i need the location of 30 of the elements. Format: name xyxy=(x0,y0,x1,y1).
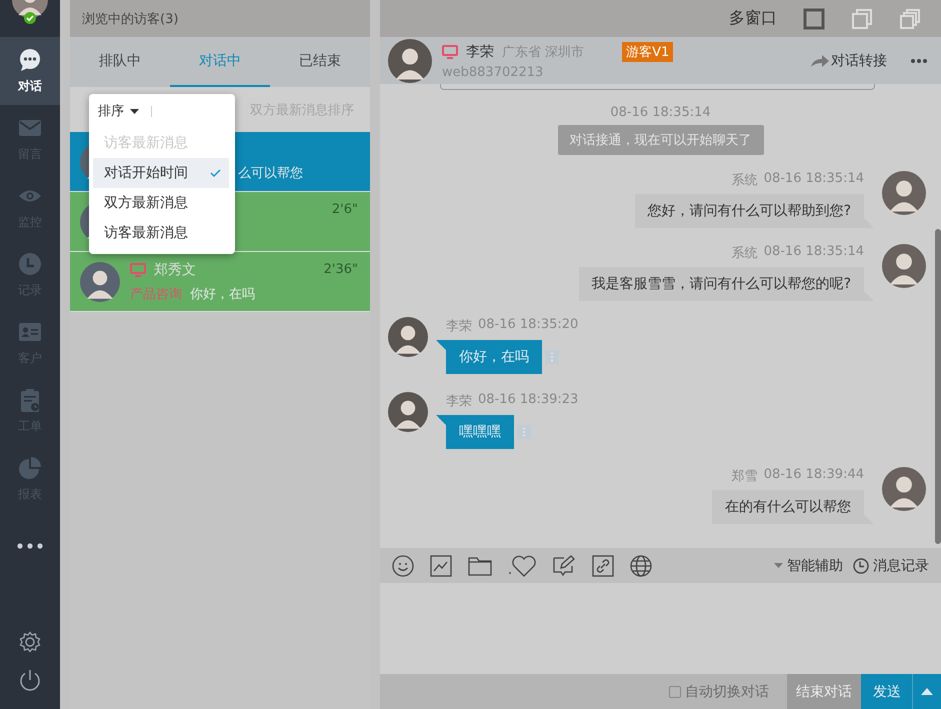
message-bubble: 您好，请问有什么可以帮助到您? xyxy=(634,194,874,228)
message-time: 08-16 18:39:44 xyxy=(764,467,864,484)
message-bubble: 嘿嘿嘿 xyxy=(436,415,514,449)
timestamp: 08-16 18:35:14 xyxy=(610,105,711,120)
sender-name: 李荣 xyxy=(446,393,472,410)
visitor-tag: 产品咨询 xyxy=(130,284,182,302)
panel-title: 浏览中的访客(3) xyxy=(82,10,178,28)
sender-name: 系统 xyxy=(732,172,758,189)
sender-name: 郑雪 xyxy=(732,468,758,485)
message-time: 08-16 18:35:14 xyxy=(764,244,864,261)
visitor-name: 李荣 xyxy=(466,42,494,60)
message-time: 08-16 18:39:23 xyxy=(478,392,578,409)
message-bubble: 在的有什么可以帮您 xyxy=(712,490,874,524)
system-notice: 对话接通，现在可以开始聊天了 xyxy=(558,125,764,155)
message-time: 08-16 18:35:20 xyxy=(478,317,578,334)
sender-name: 系统 xyxy=(732,245,758,262)
checkbox-label: 自动切换对话 xyxy=(685,682,769,700)
visitor-name: 郑秀文 xyxy=(154,260,196,278)
chat-duration: 2'6" xyxy=(332,202,358,217)
multi-window-label: 多窗口 xyxy=(729,8,777,29)
visitor-level-badge: 游客V1 xyxy=(622,42,674,62)
message-preview: 么可以帮您 xyxy=(238,164,303,182)
message-preview: 你好，在吗 xyxy=(190,286,255,302)
message-bubble: 你好，在吗 xyxy=(436,340,542,374)
chat-duration: 2'36" xyxy=(324,262,358,277)
message-time: 08-16 18:35:14 xyxy=(764,171,864,188)
visitor-location: 广东省 深圳市 xyxy=(502,44,584,60)
sender-name: 李荣 xyxy=(446,318,472,335)
visitor-id: web883702213 xyxy=(442,64,544,80)
message-bubble: 我是客服雪雪，请问有什么可以帮您的呢? xyxy=(578,267,874,301)
